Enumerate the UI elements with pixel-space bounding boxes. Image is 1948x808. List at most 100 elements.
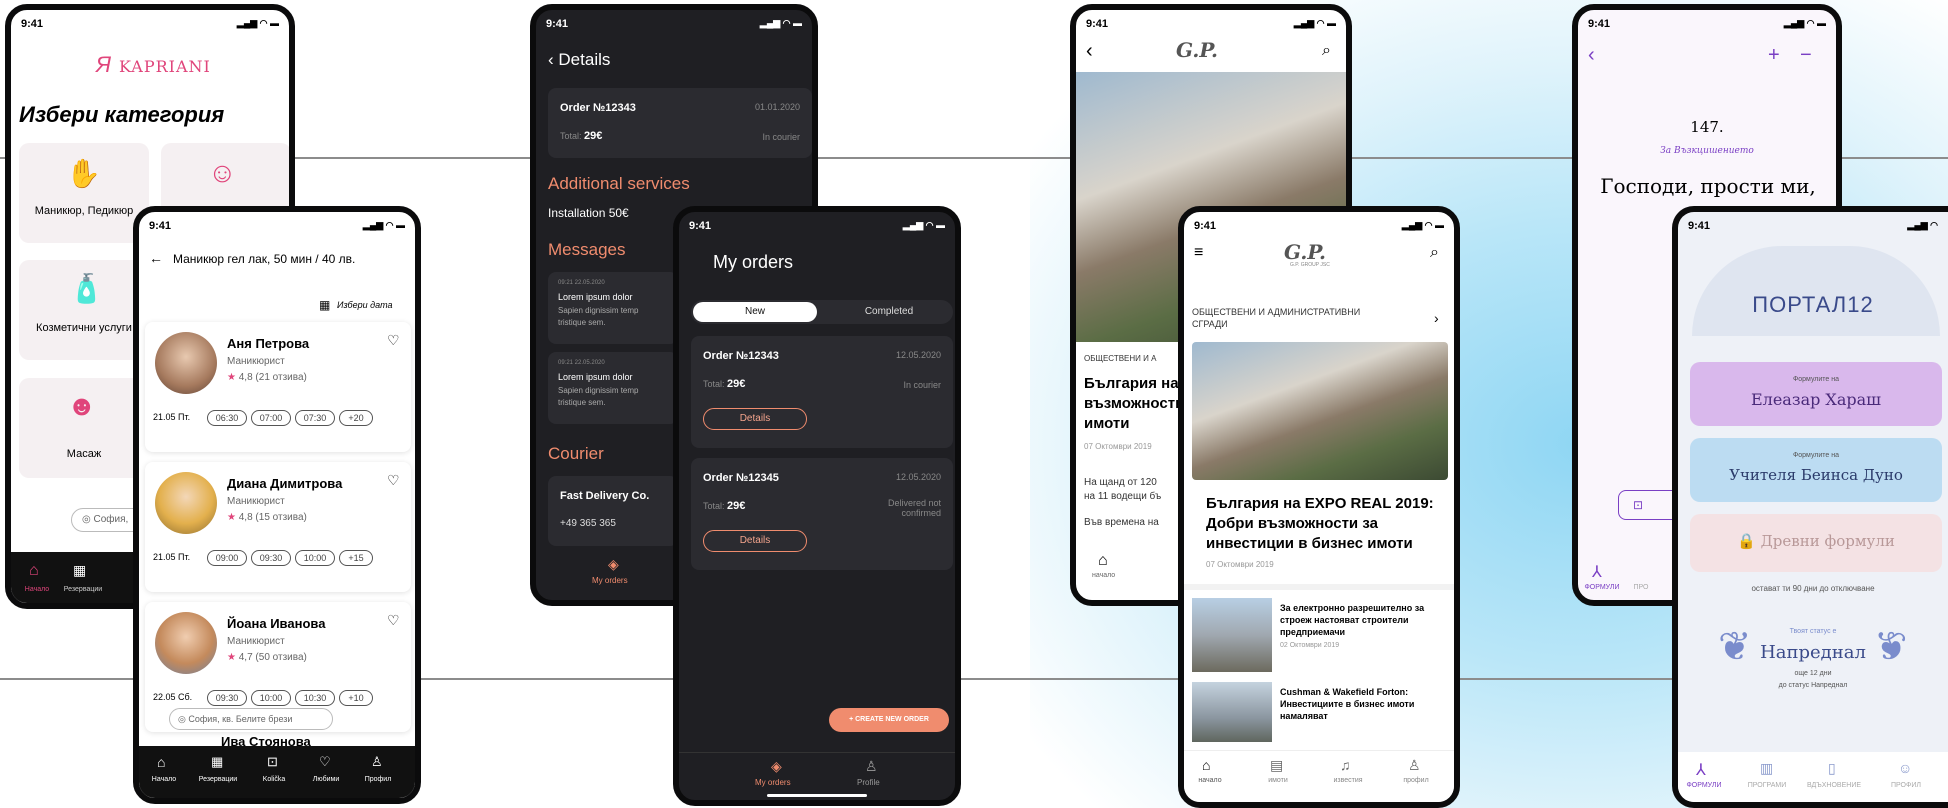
master-rating: 4,8 (21 отзива) bbox=[238, 372, 307, 383]
heart-icon[interactable]: ♡ bbox=[387, 472, 400, 489]
more-slots[interactable]: +10 bbox=[339, 690, 373, 706]
time-slot[interactable]: 07:00 bbox=[251, 410, 291, 426]
category-card-cosmetics[interactable]: 🧴 Козметични услуги bbox=[19, 260, 149, 360]
details-button[interactable]: Details bbox=[703, 408, 807, 430]
profile-icon[interactable]: ♙ bbox=[865, 758, 878, 775]
back-arrow-icon[interactable]: ← bbox=[149, 250, 163, 266]
news-title[interactable]: За електронно разрешително за строеж нас… bbox=[1280, 602, 1446, 638]
section-additional-services: Additional services bbox=[548, 174, 690, 193]
more-slots[interactable]: +20 bbox=[339, 410, 373, 426]
nav-label: ПРО bbox=[1633, 584, 1649, 591]
chevron-right-icon[interactable]: › bbox=[1434, 310, 1439, 326]
signal-icon: ▂▄▆ ◠ ▬ bbox=[902, 220, 945, 230]
order-status: Delivered not confirmed bbox=[887, 498, 941, 518]
time-slot[interactable]: 10:00 bbox=[295, 550, 335, 566]
home-icon[interactable]: ⌂ bbox=[157, 754, 165, 770]
news-date: 02 Октомври 2019 bbox=[1280, 642, 1340, 649]
message-card[interactable]: 09:21 22.05.2020 Lorem ipsum dolor Sapie… bbox=[548, 272, 678, 344]
order-card[interactable]: Order №12345 12.05.2020 Total: 29€ Deliv… bbox=[691, 458, 953, 570]
courier-card[interactable]: Fast Delivery Co. +49 365 365 bbox=[548, 476, 678, 546]
heart-icon[interactable]: ♡ bbox=[387, 612, 400, 629]
order-status: In courier bbox=[903, 380, 941, 390]
featured-date: 07 Октомври 2019 bbox=[1206, 560, 1274, 569]
door-icon[interactable]: ▯ bbox=[1828, 760, 1836, 777]
calendar-icon[interactable]: ▦ bbox=[73, 562, 86, 579]
box-icon[interactable]: ◈ bbox=[771, 758, 782, 775]
formula-button-ancient[interactable]: 🔒 Древни формули bbox=[1690, 514, 1942, 572]
cart-icon[interactable]: ⊡ bbox=[267, 754, 278, 770]
service-header: Маникюр гел лак, 50 мин / 40 лв. bbox=[173, 252, 356, 266]
page-title: Details bbox=[558, 50, 611, 69]
master-name: Йоана Иванова bbox=[227, 616, 326, 631]
article-category: ОБЩЕСТВЕНИ И А bbox=[1084, 354, 1157, 363]
back-arrow-icon[interactable]: ‹ bbox=[1588, 44, 1595, 67]
order-card[interactable]: Order №12343 01.01.2020 Total: 29€ In co… bbox=[548, 88, 812, 158]
location-pill[interactable]: ◎ София, кв. Белите брези bbox=[169, 708, 333, 730]
home-icon[interactable]: ⌂ bbox=[29, 562, 39, 580]
featured-headline[interactable]: България на EXPO REAL 2019: Добри възмож… bbox=[1206, 494, 1438, 554]
unlock-countdown: остават ти 90 дни до отключване bbox=[1751, 584, 1875, 593]
phone-kapriani-masters: 9:41 ▂▄▆ ◠ ▬ ← Маникюр гел лак, 50 мин / … bbox=[133, 206, 421, 804]
zoom-out-icon[interactable]: − bbox=[1800, 44, 1812, 67]
nav-label: Любими bbox=[312, 776, 340, 783]
home-icon[interactable]: ⌂ bbox=[1098, 552, 1108, 570]
time-slot[interactable]: 07:30 bbox=[295, 410, 335, 426]
tab-completed[interactable]: Completed bbox=[827, 302, 951, 322]
order-card[interactable]: Order №12343 12.05.2020 Total: 29€ In co… bbox=[691, 336, 953, 448]
message-card[interactable]: 09:21 22.05.2020 Lorem ipsum dolor Sapie… bbox=[548, 352, 678, 424]
nav-label: ВДЪХНОВЕНИЕ bbox=[1806, 782, 1862, 789]
time-slot[interactable]: 06:30 bbox=[207, 410, 247, 426]
profile-icon[interactable]: ♙ bbox=[1408, 757, 1421, 774]
more-slots[interactable]: +15 bbox=[339, 550, 373, 566]
heart-icon[interactable]: ♡ bbox=[387, 332, 400, 349]
nav-reservations-label: Резервации bbox=[63, 586, 103, 593]
building-icon[interactable]: ▤ bbox=[1270, 757, 1283, 774]
book-icon[interactable]: ▥ bbox=[1760, 760, 1773, 777]
details-button[interactable]: Details bbox=[703, 530, 807, 552]
status-time: 9:41 bbox=[149, 220, 172, 232]
signal-icon: ▂▄▆ ◠ ▬ bbox=[1783, 18, 1826, 28]
formula-button-eleazar[interactable]: Формулите на Елеазар Хараш bbox=[1690, 362, 1942, 426]
zoom-in-icon[interactable]: + bbox=[1768, 44, 1780, 67]
calendar-icon[interactable]: ▦ bbox=[211, 754, 223, 770]
back-arrow-icon[interactable]: ‹ bbox=[1086, 40, 1093, 63]
time-slot[interactable]: 09:00 bbox=[207, 550, 247, 566]
heart-icon[interactable]: ♡ bbox=[319, 754, 331, 770]
category-card-massage[interactable]: ☻ Масаж bbox=[19, 378, 149, 478]
bell-icon[interactable]: ♫ bbox=[1340, 757, 1351, 773]
search-icon[interactable]: ⌕ bbox=[1322, 42, 1331, 60]
home-icon[interactable]: ⌂ bbox=[1202, 757, 1210, 773]
box-icon[interactable]: ◈ bbox=[608, 556, 619, 573]
time-slot[interactable]: 10:30 bbox=[295, 690, 335, 706]
formulas-icon[interactable]: ⅄ bbox=[1696, 760, 1706, 780]
master-card[interactable]: Аня Петрова ♡ Маникюрист ★ 4,8 (21 отзив… bbox=[145, 322, 411, 452]
avatar bbox=[155, 332, 217, 394]
time-slot[interactable]: 10:00 bbox=[251, 690, 291, 706]
order-date: 01.01.2020 bbox=[754, 102, 800, 112]
time-slot[interactable]: 09:30 bbox=[207, 690, 247, 706]
choose-date-link[interactable]: Избери дата bbox=[337, 300, 392, 310]
news-thumbnail bbox=[1192, 682, 1272, 742]
calendar-icon[interactable]: ▦ bbox=[319, 298, 330, 312]
section-title[interactable]: ОБЩЕСТВЕНИ И АДМИНИСТРАТИВНИ СГРАДИ bbox=[1192, 306, 1362, 330]
tab-new[interactable]: New bbox=[693, 302, 817, 322]
search-icon[interactable]: ⌕ bbox=[1430, 244, 1439, 262]
back-arrow-icon[interactable]: ‹ bbox=[548, 50, 554, 69]
time-slot[interactable]: 09:30 bbox=[251, 550, 291, 566]
profile-icon[interactable]: ♙ bbox=[371, 754, 383, 770]
news-title[interactable]: Cushman & Wakefield Forton: Инвестициите… bbox=[1280, 686, 1446, 722]
profile-icon[interactable]: ☺ bbox=[1898, 760, 1912, 776]
category-card-manicure[interactable]: ✋ Маникюр, Педикюр bbox=[19, 143, 149, 243]
formula-button-beinsa[interactable]: Формулите на Учителя Беинса Дуно bbox=[1690, 438, 1942, 502]
formulas-icon[interactable]: ⅄ bbox=[1592, 562, 1602, 582]
massage-icon: ☻ bbox=[67, 390, 97, 421]
create-new-order-button[interactable]: + CREATE NEW ORDER bbox=[829, 708, 949, 732]
total-value: 29€ bbox=[727, 500, 746, 512]
message-body: tristique sem. bbox=[558, 398, 606, 407]
nav-label: ПРОГРАМИ bbox=[1747, 782, 1787, 789]
master-card[interactable]: Диана Димитрова ♡ Маникюрист ★ 4,8 (15 о… bbox=[145, 462, 411, 592]
brand-name: KAPRIANI bbox=[119, 57, 211, 76]
status-value: Напреднал bbox=[1760, 642, 1866, 663]
signal-icon: ▂▄▆ ◠ bbox=[1907, 220, 1938, 230]
menu-icon[interactable]: ≡ bbox=[1194, 244, 1203, 262]
